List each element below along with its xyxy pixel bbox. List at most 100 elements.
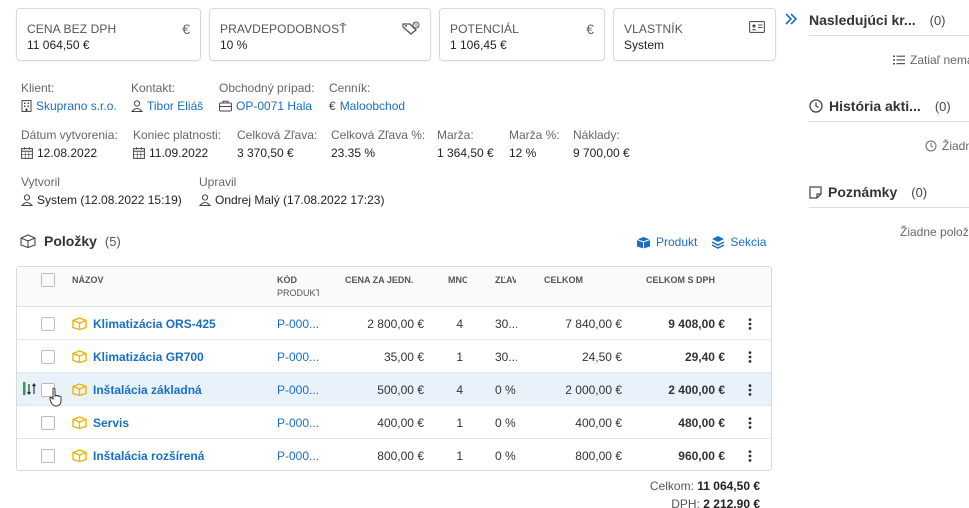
kebab-menu-icon [748,416,752,429]
discount-cell: 30... [495,349,517,364]
row-checkbox[interactable] [41,449,55,463]
empty-text: Žiadne polož [900,225,969,239]
col-name[interactable]: NÁZOV [72,275,104,285]
product-name-link[interactable]: Klimatizácia ORS-425 [93,317,216,331]
info-label: Náklady: [573,128,620,142]
row-menu-button[interactable] [748,439,752,472]
col-code[interactable]: KÓD PRODUKTU [277,275,319,298]
info-created-by: Vytvoril System (12.08.2022 15:19) [21,175,182,207]
items-header: Položky (5) [20,233,121,249]
info-label: Celková Zľava %: [331,128,426,142]
euro-icon: € [329,99,336,113]
product-code-link[interactable]: P-000... [277,340,319,373]
add-product-label[interactable]: Produkt [656,235,697,249]
price-list-link[interactable]: € Maloobchod [329,99,405,113]
activity-history-section[interactable]: História akti... (0) [809,98,951,114]
add-section-button[interactable]: Sekcia [711,235,766,249]
total-vat-cell: 29,40 € [684,349,725,364]
select-all-checkbox[interactable] [41,273,55,287]
total-value: 11 064,50 € [697,479,760,493]
quantity-cell: 1 [456,448,463,463]
table-row[interactable]: Servis P-000... 400,00 € 1 0 % 400,00 € 480,00… [17,406,771,439]
total-cell: 7 840,00 € [565,316,622,331]
business-case-name[interactable]: OP-0071 Hala [236,99,312,113]
table-row[interactable]: Klimatizácia GR700 P-000... 35,00 € 1 30... 2… [17,340,771,373]
row-checkbox[interactable] [41,317,55,331]
table-row[interactable]: Klimatizácia ORS-425 P-000... 2 800,00 € 4 3… [17,307,771,340]
kebab-menu-icon [748,383,752,396]
calendar-icon [21,147,33,159]
unit-price-cell: 2 800,00 € [367,316,424,331]
row-menu-button[interactable] [748,307,752,340]
card-label: PRAVDEPODOBNOSŤ [220,22,347,36]
col-unit-price[interactable]: CENA ZA JEDN. [345,275,413,285]
product-code-link[interactable]: P-000... [277,439,319,472]
info-label: Klient: [21,81,55,95]
info-label: Obchodný prípad: [219,81,315,95]
vat-sum: DPH: 2 212,90 € [671,497,760,508]
add-product-button[interactable]: Produkt [636,235,697,249]
table-row[interactable]: Inštalácia rozšírená P-000... 800,00 € 1 0 %… [17,439,771,472]
list-icon [893,55,905,65]
info-valid-until: Koniec platnosti: 11.09.2022 [133,128,221,160]
contact-name[interactable]: Tibor Eliáš [147,99,203,113]
double-chevron-right-icon [784,12,798,26]
col-quantity[interactable]: MNOŽSTVO [448,275,467,285]
info-label: Marža: [437,128,474,142]
vat-label: DPH: [671,497,700,508]
total-vat-cell: 960,00 € [678,448,725,463]
info-price-list: Cenník: € Maloobchod [329,81,405,113]
client-name[interactable]: Skuprano s.r.o. [36,99,117,113]
col-code-sublabel: PRODUKTU [277,288,319,298]
business-case-link[interactable]: OP-0071 Hala [219,99,314,113]
client-link[interactable]: Skuprano s.r.o. [21,99,117,113]
info-value: 12.08.2022 [21,146,118,160]
col-code-label: KÓD [277,275,297,285]
contact-link[interactable]: Tibor Eliáš [131,99,203,113]
total-label: Celkom: [649,479,694,493]
info-total-discount-pct: Celková Zľava %: 23.35 % [331,128,425,160]
product-name-link[interactable]: Inštalácia základná [93,383,202,397]
row-checkbox[interactable] [41,350,55,364]
discount-cell: 0 % [495,448,516,463]
row-checkbox[interactable] [41,416,55,430]
notes-section[interactable]: Poznámky (0) [809,184,927,200]
discount-cell: 0 % [495,415,516,430]
product-name-link[interactable]: Inštalácia rozšírená [93,449,204,463]
row-menu-button[interactable] [748,406,752,439]
quantity-cell: 4 [456,382,463,397]
product-code-link[interactable]: P-000... [277,373,319,406]
id-card-icon [749,21,765,33]
product-name-link[interactable]: Klimatizácia GR700 [93,350,204,364]
created-by: System (12.08.2022 15:19) [37,193,182,207]
price-list-name[interactable]: Maloobchod [340,99,405,113]
info-label: Kontakt: [131,81,176,95]
add-section-label[interactable]: Sekcia [730,235,766,249]
product-code-link[interactable]: P-000... [277,406,319,439]
product-name-link[interactable]: Servis [93,416,129,430]
card-label: CENA BEZ DPH [27,22,117,36]
info-contact: Kontakt: Tibor Eliáš [131,81,203,113]
right-panel: Nasledujúci kr... (0) Zatiaľ nema Histór… [784,0,969,508]
collapse-panel-button[interactable] [784,12,798,26]
row-menu-button[interactable] [748,373,752,406]
info-value: 11.09.2022 [133,146,221,160]
unit-price-cell: 800,00 € [377,448,424,463]
hand-cursor-icon [49,387,63,407]
kebab-menu-icon [748,317,752,330]
col-discount[interactable]: ZĽAVA [495,275,516,285]
col-total-vat[interactable]: CELKOM S DPH [646,275,715,285]
card-price-without-vat: CENA BEZ DPH 11 064,50 € € [16,8,201,61]
next-steps-empty: Zatiaľ nema [893,53,969,67]
next-steps-section[interactable]: Nasledujúci kr... (0) [809,12,946,28]
kebab-menu-icon [748,350,752,363]
items-title: Položky [44,233,97,249]
items-table: NÁZOV KÓD PRODUKTU CENA ZA JEDN. MNOŽSTVO… [16,266,772,471]
product-code-link[interactable]: P-000... [277,307,319,340]
quantity-cell: 1 [456,349,463,364]
info-label: Cenník: [329,81,371,95]
table-row[interactable]: Inštalácia základná P-000... 500,00 € 4 0 % 2… [17,373,771,407]
col-total[interactable]: CELKOM [544,275,583,285]
row-menu-button[interactable] [748,340,752,373]
drag-handle-icon[interactable] [23,381,37,397]
